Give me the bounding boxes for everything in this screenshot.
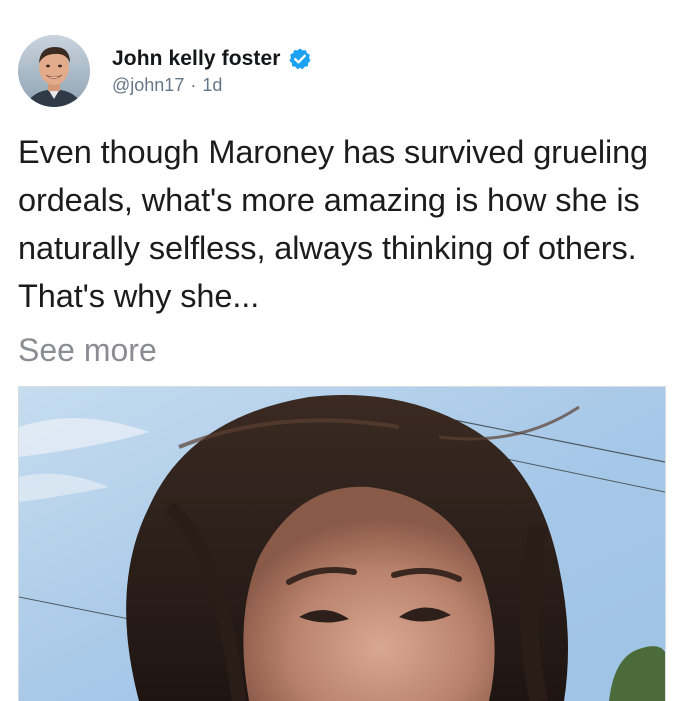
- verified-badge-icon: [288, 47, 312, 71]
- author-display-name[interactable]: John kelly foster: [112, 47, 281, 71]
- author-meta: John kelly foster @john17 · 1d: [112, 47, 312, 96]
- separator-dot: ·: [190, 74, 197, 95]
- tweet-media-photo[interactable]: [18, 386, 666, 701]
- see-more-link[interactable]: See more: [18, 326, 157, 374]
- avatar[interactable]: [18, 35, 90, 107]
- tweet-timestamp[interactable]: 1d: [202, 75, 222, 96]
- tweet-header: John kelly foster @john17 · 1d: [18, 35, 312, 107]
- tweet-text: Even though Maroney has survived gruelin…: [18, 134, 649, 314]
- handle-row: @john17 · 1d: [112, 75, 312, 96]
- selfie-photo-icon: [19, 387, 665, 701]
- name-row: John kelly foster: [112, 47, 312, 71]
- author-handle[interactable]: @john17: [112, 75, 184, 96]
